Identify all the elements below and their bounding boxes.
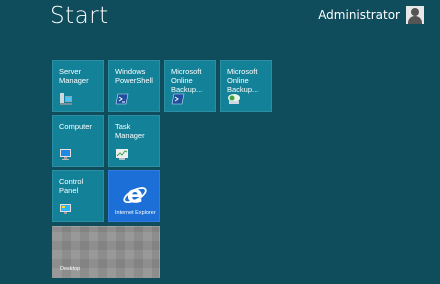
tile-windows-powershell[interactable]: Windows PowerShell <box>108 60 160 112</box>
tile-online-backup[interactable]: Microsoft Online Backup... <box>220 60 272 112</box>
server-manager-icon <box>60 93 72 105</box>
internet-explorer-icon: e <box>123 181 147 207</box>
tile-control-panel[interactable]: Control Panel <box>52 170 104 222</box>
online-backup-icon <box>228 94 240 104</box>
user-avatar-icon[interactable] <box>406 6 424 24</box>
tile-label: Desktop <box>60 266 81 272</box>
control-panel-icon <box>60 204 71 214</box>
powershell-icon <box>115 93 129 105</box>
task-manager-icon <box>116 149 128 160</box>
svg-text:e: e <box>127 181 143 207</box>
tile-label: Control Panel <box>59 177 84 195</box>
tile-task-manager[interactable]: Task Manager <box>108 115 160 167</box>
tile-label: Microsoft Online Backup... <box>171 67 203 94</box>
tile-label: Internet Explorer <box>115 210 156 216</box>
tile-label: Task Manager <box>115 122 145 140</box>
start-screen-title: Start <box>50 3 109 29</box>
computer-icon <box>60 149 71 160</box>
tile-label: Server Manager <box>59 67 89 85</box>
tile-label: Windows PowerShell <box>115 67 153 85</box>
tile-internet-explorer[interactable]: e Internet Explorer <box>108 170 160 222</box>
user-name[interactable]: Administrator <box>318 6 400 24</box>
tile-label: Computer <box>59 122 92 131</box>
user-account[interactable]: Administrator <box>318 6 424 24</box>
tile-label: Microsoft Online Backup... <box>227 67 259 94</box>
tile-desktop[interactable]: Desktop <box>52 226 160 278</box>
tile-online-backup-shell[interactable]: Microsoft Online Backup... <box>164 60 216 112</box>
tile-server-manager[interactable]: Server Manager <box>52 60 104 112</box>
online-backup-shell-icon <box>171 93 185 105</box>
tile-computer[interactable]: Computer <box>52 115 104 167</box>
